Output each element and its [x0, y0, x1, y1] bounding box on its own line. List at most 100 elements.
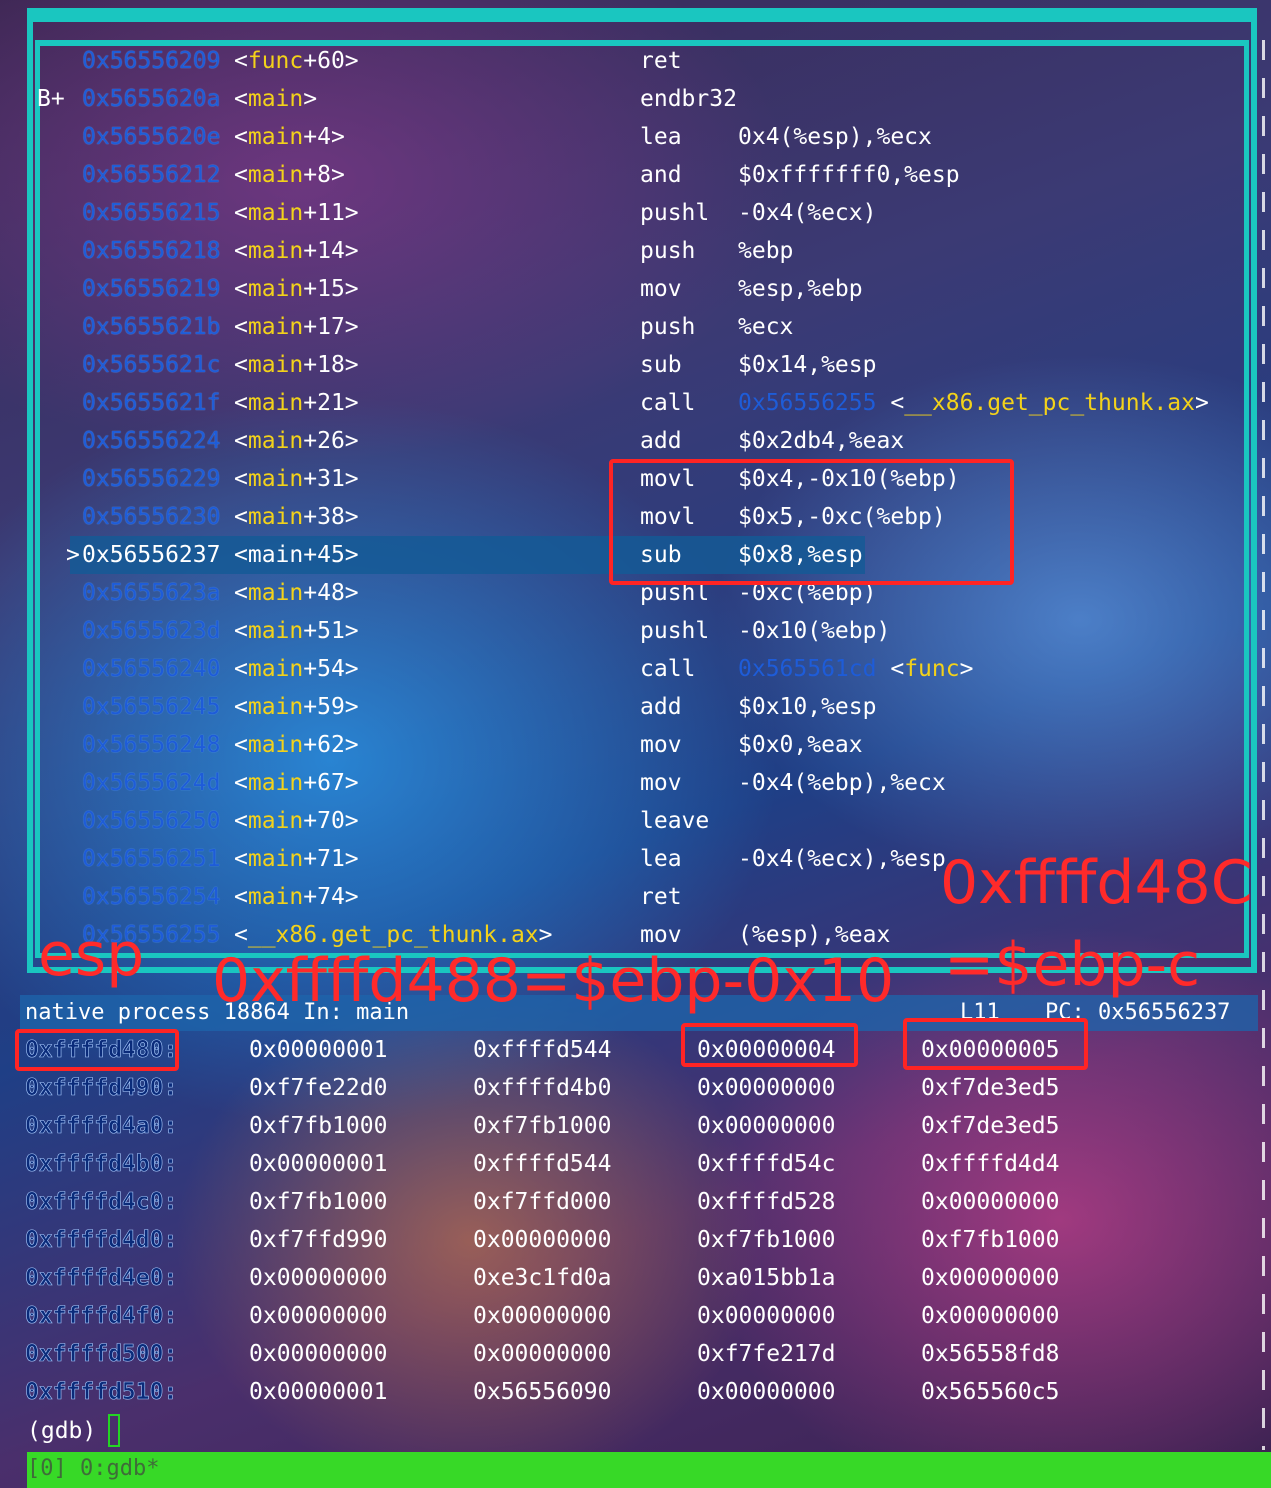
memory-address[interactable]: 0xffffd500: [25, 1335, 178, 1373]
asm-row[interactable]: 0x5655623d <main+51> pushl -0x10(%ebp) [0, 612, 1271, 650]
instruction-address[interactable]: 0x56556215 [82, 194, 220, 232]
asm-row[interactable]: 0x56556245 <main+59> add $0x10,%esp [0, 688, 1271, 726]
memory-row: 0xffffd490: 0xf7fe22d0 0xffffd4b0 0x0000000… [0, 1069, 1271, 1107]
memory-word: 0x00000000 [473, 1227, 612, 1253]
symbol-offset: <main+74> [234, 884, 359, 910]
symbol-offset: <main+21> [234, 390, 359, 416]
symbol-offset-value: +74 [303, 884, 345, 910]
asm-row[interactable]: 0x56556240 <main+54> call 0x565561cd <func> [0, 650, 1271, 688]
asm-row[interactable]: 0x56556209 <func+60> ret [0, 42, 1271, 80]
asm-row[interactable]: 0x5655621f <main+21> call 0x56556255 <__x86… [0, 384, 1271, 422]
instruction-address[interactable]: 0x56556230 [82, 498, 220, 536]
memory-address[interactable]: 0xffffd4b0: [25, 1145, 178, 1183]
instruction-address[interactable]: 0x56556248 [82, 726, 220, 764]
mnemonic: sub [640, 352, 682, 378]
instruction-address[interactable]: 0x5655624d [82, 764, 220, 802]
symbol-offset-value: +11 [303, 200, 345, 226]
instruction-address[interactable]: 0x5655621f [82, 384, 220, 422]
instruction-address[interactable]: 0x56556245 [82, 688, 220, 726]
operand-address[interactable]: 0x565561cd [738, 656, 876, 682]
annotation-box-value-5 [903, 1018, 1088, 1070]
instruction-address[interactable]: 0x56556237 [82, 536, 220, 574]
instruction-address[interactable]: 0x5655621c [82, 346, 220, 384]
memory-address[interactable]: 0xffffd4c0: [25, 1183, 178, 1221]
operands: 0x565561cd <func> [738, 656, 974, 682]
memory-row: 0xffffd4a0: 0xf7fb1000 0xf7fb1000 0x0000000… [0, 1107, 1271, 1145]
memory-word: 0xffffd544 [473, 1037, 612, 1063]
instruction-address[interactable]: 0x56556209 [82, 42, 220, 80]
memory-word: 0x00000000 [921, 1303, 1060, 1329]
mnemonic: push [640, 314, 696, 340]
asm-row[interactable]: 0x56556224 <main+26> add $0x2db4,%eax [0, 422, 1271, 460]
mnemonic: lea [640, 124, 682, 150]
asm-row[interactable]: 0x5655621c <main+18> sub $0x14,%esp [0, 346, 1271, 384]
memory-address[interactable]: 0xffffd4d0: [25, 1221, 178, 1259]
memory-address[interactable]: 0xffffd4a0: [25, 1107, 178, 1145]
tmux-window-label[interactable]: [0] 0:gdb* [27, 1452, 159, 1486]
asm-row[interactable]: 0x56556215 <main+11> pushl -0x4(%ecx) [0, 194, 1271, 232]
symbol-name: main [247, 808, 304, 834]
memory-word: 0x00000000 [697, 1075, 836, 1101]
asm-row[interactable]: 0x56556219 <main+15> mov %esp,%ebp [0, 270, 1271, 308]
symbol-name: main [247, 238, 304, 264]
asm-row[interactable]: 0x56556248 <main+62> mov $0x0,%eax [0, 726, 1271, 764]
asm-row[interactable]: B+ 0x5655620a <main> endbr32 [0, 80, 1271, 118]
memory-word: 0x00000001 [249, 1151, 388, 1177]
instruction-address[interactable]: 0x5655620e [82, 118, 220, 156]
instruction-address[interactable]: 0x5655623a [82, 574, 220, 612]
instruction-address[interactable]: 0x5655620a [82, 80, 220, 118]
instruction-address[interactable]: 0x56556254 [82, 878, 220, 916]
instruction-address[interactable]: 0x56556251 [82, 840, 220, 878]
symbol-name: __x86.get_pc_thunk.ax [247, 922, 539, 948]
memory-word: 0x00000000 [921, 1265, 1060, 1291]
memory-word: 0x00000000 [473, 1303, 612, 1329]
memory-word: 0x00000000 [697, 1303, 836, 1329]
terminal-scroll-edge [1262, 40, 1265, 1450]
symbol-offset-value: +45 [303, 542, 345, 568]
operand-address[interactable]: 0x56556255 [738, 390, 876, 416]
symbol-offset: <main+4> [234, 124, 345, 150]
symbol-name: main [247, 542, 304, 568]
memory-word: 0xffffd4d4 [921, 1151, 1060, 1177]
symbol-offset: <main+15> [234, 276, 359, 302]
asm-row[interactable]: 0x5655621b <main+17> push %ecx [0, 308, 1271, 346]
instruction-address[interactable]: 0x56556212 [82, 156, 220, 194]
annotation-box-esp-address [15, 1029, 179, 1071]
instruction-address[interactable]: 0x5655621b [82, 308, 220, 346]
instruction-address[interactable]: 0x5655623d [82, 612, 220, 650]
instruction-address[interactable]: 0x56556229 [82, 460, 220, 498]
memory-address[interactable]: 0xffffd510: [25, 1373, 178, 1411]
instruction-address[interactable]: 0x56556240 [82, 650, 220, 688]
instruction-address[interactable]: 0x56556250 [82, 802, 220, 840]
symbol-name: main [247, 466, 304, 492]
operands: -0x4(%ecx) [738, 200, 877, 226]
memory-word: 0xa015bb1a [697, 1265, 836, 1291]
instruction-address[interactable]: 0x56556218 [82, 232, 220, 270]
symbol-offset: <main+14> [234, 238, 359, 264]
symbol-offset-value: +18 [303, 352, 345, 378]
operands: $0x0,%eax [738, 732, 863, 758]
asm-row[interactable]: 0x5655624d <main+67> mov -0x4(%ebp),%ecx [0, 764, 1271, 802]
asm-row[interactable]: 0x56556212 <main+8> and $0xfffffff0,%esp [0, 156, 1271, 194]
operands: -0x4(%ebp),%ecx [738, 770, 946, 796]
memory-word: 0x00000001 [249, 1379, 388, 1405]
terminal-cursor[interactable] [108, 1414, 120, 1447]
asm-row[interactable]: 0x5655620e <main+4> lea 0x4(%esp),%ecx [0, 118, 1271, 156]
operands: -0x4(%ecx),%esp [738, 846, 946, 872]
asm-row[interactable]: 0x56556218 <main+14> push %ebp [0, 232, 1271, 270]
symbol-offset: <main> [234, 86, 318, 112]
symbol-name: main [247, 162, 304, 188]
memory-row: 0xffffd4b0: 0x00000001 0xffffd544 0xffffd54… [0, 1145, 1271, 1183]
memory-address[interactable]: 0xffffd490: [25, 1069, 178, 1107]
memory-word: 0xffffd4b0 [473, 1075, 612, 1101]
memory-address[interactable]: 0xffffd4f0: [25, 1297, 178, 1335]
memory-address[interactable]: 0xffffd4e0: [25, 1259, 178, 1297]
memory-word: 0xe3c1fd0a [473, 1265, 612, 1291]
memory-word: 0x565560c5 [921, 1379, 1060, 1405]
instruction-address[interactable]: 0x56556224 [82, 422, 220, 460]
instruction-address[interactable]: 0x56556219 [82, 270, 220, 308]
asm-row[interactable]: 0x56556250 <main+70> leave [0, 802, 1271, 840]
symbol-offset-value: +59 [303, 694, 345, 720]
symbol-offset-value: +51 [303, 618, 345, 644]
operands: $0x2db4,%eax [738, 428, 905, 454]
